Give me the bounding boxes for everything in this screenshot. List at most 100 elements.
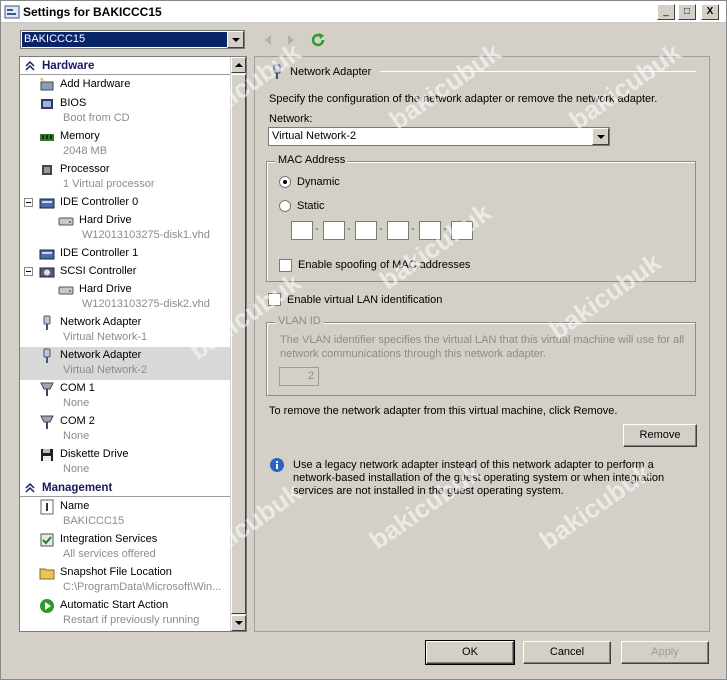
remove-instructions: To remove the network adapter from this … <box>269 405 618 417</box>
vlan-enable-checkbox[interactable] <box>268 293 281 306</box>
add-hardware-icon <box>40 77 54 91</box>
spoofing-checkbox[interactable] <box>279 259 292 272</box>
back-arrow-icon[interactable] <box>260 32 276 48</box>
chevron-up-icon[interactable] <box>24 60 36 72</box>
tree-item-com-1[interactable]: COM 1 None <box>20 380 230 413</box>
network-dropdown-value: Virtual Network-2 <box>272 130 357 142</box>
chevron-up-icon[interactable] <box>24 482 36 494</box>
tree-item-processor[interactable]: Processor 1 Virtual processor <box>20 161 230 194</box>
tree-scrollbar[interactable] <box>230 57 246 631</box>
apply-button[interactable]: Apply <box>621 641 709 664</box>
network-adapter-icon <box>43 315 51 330</box>
static-label: Static <box>297 200 325 212</box>
mac-octet-2[interactable] <box>323 221 345 240</box>
refresh-icon[interactable] <box>310 32 326 48</box>
vlan-id-group-label: VLAN ID <box>275 315 324 327</box>
tree-item-scsi-controller[interactable]: SCSI Controller <box>20 263 230 281</box>
tree-item-memory[interactable]: Memory 2048 MB <box>20 128 230 161</box>
network-label: Network: <box>269 113 313 125</box>
folder-icon <box>39 568 55 580</box>
ide-controller-icon <box>39 198 55 209</box>
vlan-id-group: VLAN ID The VLAN identifier specifies th… <box>266 315 696 396</box>
mac-octet-3[interactable] <box>355 221 377 240</box>
spoofing-label: Enable spoofing of MAC addresses <box>298 259 471 271</box>
hardware-section-header[interactable]: Hardware <box>20 57 230 75</box>
tree-item-hard-drive-1[interactable]: Hard Drive W12013103275-disk1.vhd <box>20 212 230 245</box>
vlan-description-line-1: The VLAN identifier specifies the virtua… <box>280 334 685 346</box>
collapse-minus-icon[interactable] <box>24 198 33 207</box>
tree-item-automatic-start-action[interactable]: Automatic Start Action Restart if previo… <box>20 597 230 630</box>
dynamic-radio[interactable] <box>279 176 291 188</box>
info-text-line-1: Use a legacy network adapter instead of … <box>293 459 654 471</box>
ok-button[interactable]: OK <box>425 640 515 665</box>
chevron-down-icon[interactable] <box>227 31 244 48</box>
network-adapter-panel: Network Adapter Specify the configuratio… <box>254 56 710 632</box>
tree-item-com-2[interactable]: COM 2 None <box>20 413 230 446</box>
tree-item-add-hardware[interactable]: Add Hardware <box>20 76 230 93</box>
bios-chip-icon <box>41 99 53 109</box>
info-text-line-2: network-based installation of the guest … <box>293 472 665 484</box>
scsi-controller-icon <box>39 267 55 278</box>
close-button[interactable]: X <box>701 4 719 20</box>
forward-arrow-icon[interactable] <box>283 32 299 48</box>
memory-icon <box>40 134 54 141</box>
management-header-label: Management <box>42 482 113 494</box>
integration-services-icon <box>40 533 54 547</box>
mac-address-fields: - - - - - <box>291 221 481 241</box>
tree-item-ide-controller-1[interactable]: IDE Controller 1 <box>20 245 230 263</box>
network-dropdown[interactable]: Virtual Network-2 <box>268 127 610 146</box>
maximize-button[interactable]: □ <box>678 4 696 20</box>
mac-octet-5[interactable] <box>419 221 441 240</box>
com-port-icon <box>40 415 54 429</box>
collapse-minus-icon[interactable] <box>24 267 33 276</box>
tree-item-network-adapter-1[interactable]: Network Adapter Virtual Network-1 <box>20 314 230 347</box>
scroll-down-arrow-icon[interactable] <box>231 615 246 631</box>
management-section-header[interactable]: Management <box>20 479 230 497</box>
tree-item-snapshot-file-location[interactable]: Snapshot File Location C:\ProgramData\Mi… <box>20 564 230 597</box>
settings-tree: Hardware Add Hardware BIOS Boot from CD … <box>19 56 247 632</box>
settings-app-icon <box>4 5 20 19</box>
vm-select-dropdown[interactable]: BAKICCC15 <box>20 30 245 49</box>
scrollbar-thumb[interactable] <box>231 74 246 614</box>
name-field-icon <box>40 499 54 515</box>
tree-item-network-adapter-2[interactable]: Network Adapter Virtual Network-2 <box>20 347 230 380</box>
info-text-line-3: services are not installed in the guest … <box>293 485 564 497</box>
start-action-icon <box>40 599 54 613</box>
dynamic-label: Dynamic <box>297 176 340 188</box>
title-bar: Settings for BAKICCC15 _ □ X <box>1 1 726 23</box>
vlan-id-field: 2 <box>279 367 319 386</box>
tree-item-name[interactable]: Name BAKICCC15 <box>20 498 230 531</box>
mac-address-group-label: MAC Address <box>275 154 349 166</box>
hardware-header-label: Hardware <box>42 60 95 72</box>
mac-octet-1[interactable] <box>291 221 313 240</box>
ide-controller-icon <box>39 249 55 260</box>
remove-button[interactable]: Remove <box>623 424 697 447</box>
panel-title: Network Adapter <box>290 66 372 78</box>
chevron-down-icon[interactable] <box>592 128 609 145</box>
static-radio[interactable] <box>279 200 291 212</box>
vlan-enable-label: Enable virtual LAN identification <box>287 294 443 306</box>
diskette-icon <box>41 449 53 461</box>
tree-item-bios[interactable]: BIOS Boot from CD <box>20 95 230 128</box>
com-port-icon <box>40 382 54 396</box>
window-title: Settings for BAKICCC15 <box>23 5 162 19</box>
scroll-up-arrow-icon[interactable] <box>231 57 246 73</box>
network-adapter-icon <box>273 64 281 79</box>
mac-address-group: MAC Address Dynamic Static - - - - - Ena… <box>266 154 696 282</box>
minimize-button[interactable]: _ <box>657 4 675 20</box>
mac-octet-4[interactable] <box>387 221 409 240</box>
settings-window: Settings for BAKICCC15 _ □ X BAKICCC15 H… <box>0 0 727 680</box>
tree-item-diskette-drive[interactable]: Diskette Drive None <box>20 446 230 479</box>
tree-item-ide-controller-0[interactable]: IDE Controller 0 <box>20 194 230 212</box>
info-icon <box>270 458 284 472</box>
network-adapter-icon <box>43 348 51 363</box>
processor-icon <box>42 165 52 175</box>
tree-item-hard-drive-2[interactable]: Hard Drive W12013103275-disk2.vhd <box>20 281 230 314</box>
vlan-description-line-2: network communications through this netw… <box>280 348 546 360</box>
panel-description: Specify the configuration of the network… <box>269 93 658 105</box>
mac-octet-6[interactable] <box>451 221 473 240</box>
cancel-button[interactable]: Cancel <box>523 641 611 664</box>
hard-drive-icon <box>58 217 74 226</box>
hard-drive-icon <box>58 286 74 295</box>
tree-item-integration-services[interactable]: Integration Services All services offere… <box>20 531 230 564</box>
